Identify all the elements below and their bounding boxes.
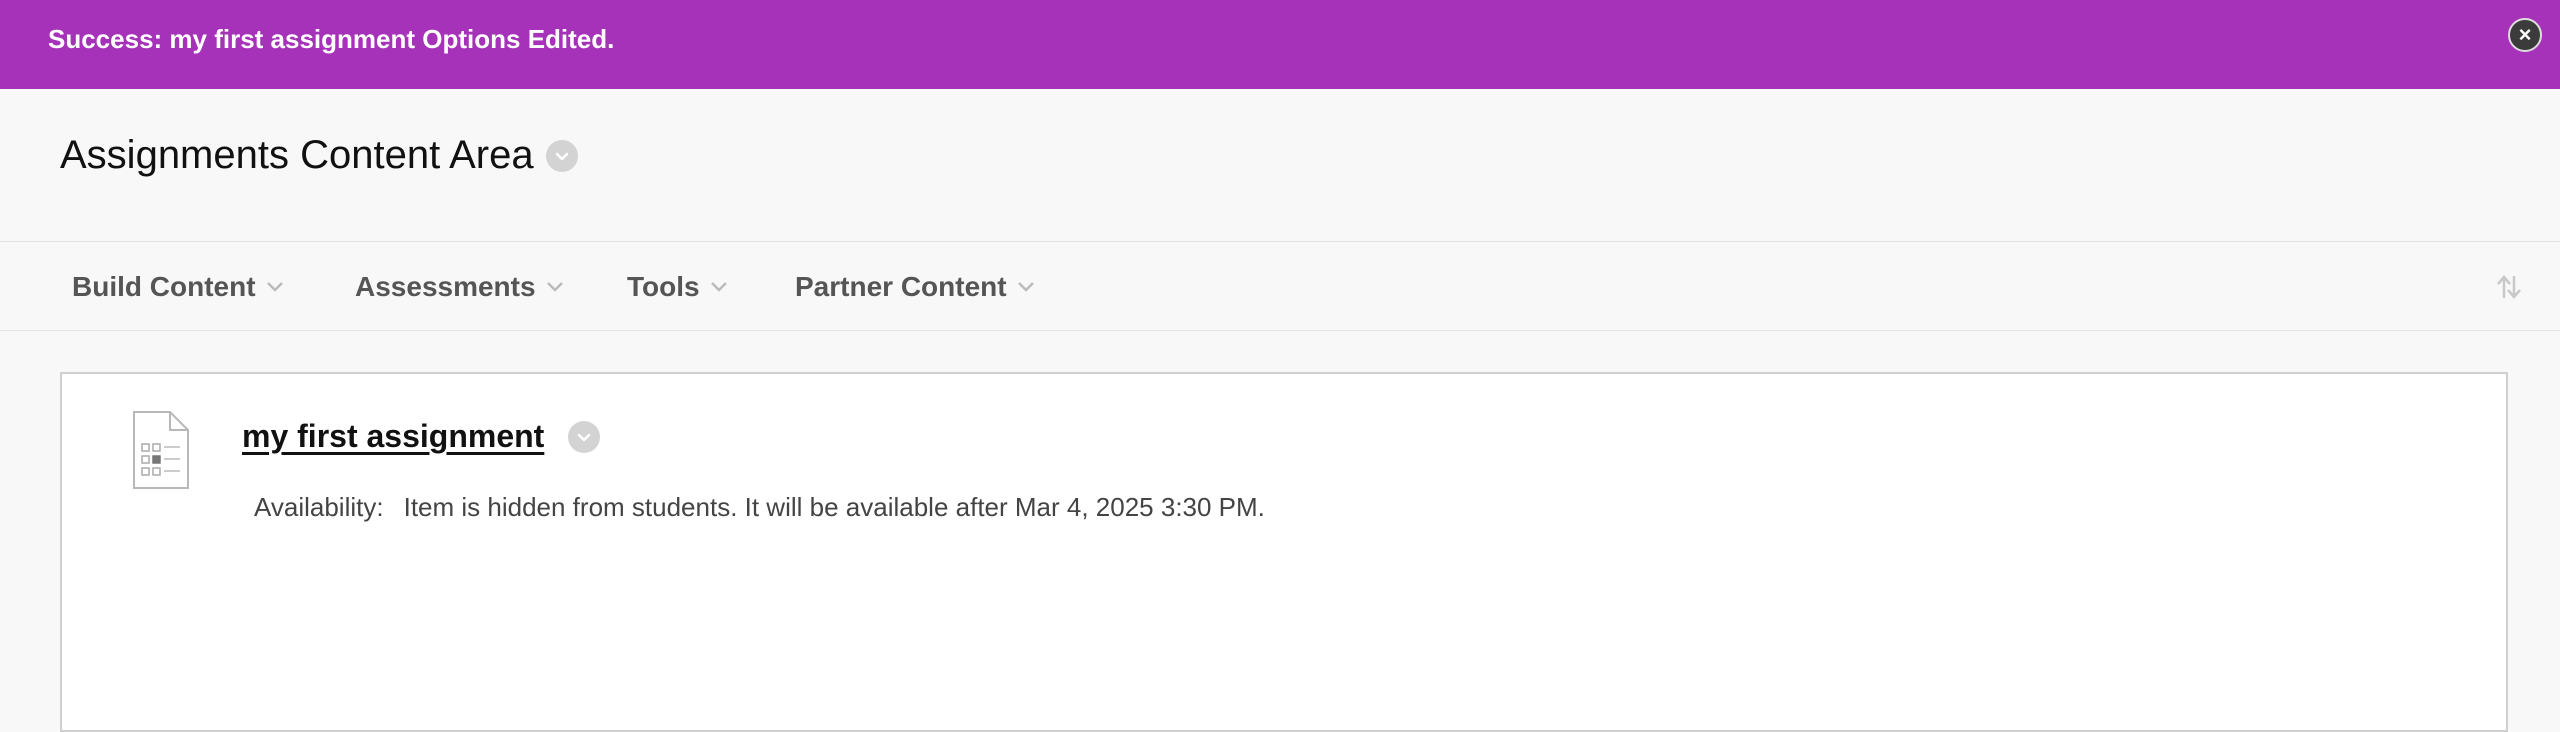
- chevron-down-icon: [1017, 282, 1034, 292]
- build-content-label: Build Content: [72, 271, 256, 302]
- page-title: Assignments Content Area: [60, 133, 578, 178]
- close-icon[interactable]: ×: [2508, 18, 2542, 52]
- assignment-document-icon: [133, 411, 189, 489]
- partner-content-label: Partner Content: [795, 271, 1007, 302]
- chevron-down-icon: [266, 282, 283, 292]
- chevron-down-icon[interactable]: [568, 421, 600, 453]
- availability-text: Item is hidden from students. It will be…: [403, 492, 1265, 522]
- chevron-down-icon: [710, 282, 727, 292]
- chevron-down-icon: [546, 282, 563, 292]
- page-title-text: Assignments Content Area: [60, 133, 534, 177]
- content-panel: my first assignment Availability: Item i…: [60, 372, 2508, 732]
- action-bar: Build Content Assessments Tools Partner …: [0, 243, 2560, 331]
- tools-label: Tools: [627, 271, 700, 302]
- availability-label: Availability:: [254, 492, 384, 522]
- assessments-label: Assessments: [355, 271, 536, 302]
- build-content-menu[interactable]: Build Content: [72, 243, 284, 331]
- sort-arrows-icon[interactable]: [2494, 272, 2524, 302]
- item-title-link[interactable]: my first assignment: [242, 418, 544, 455]
- success-banner: Success: my first assignment Options Edi…: [0, 0, 2560, 89]
- page-header: Assignments Content Area: [0, 89, 2560, 242]
- assessments-menu[interactable]: Assessments: [355, 243, 564, 331]
- banner-message: Success: my first assignment Options Edi…: [48, 24, 615, 54]
- availability-row: Availability: Item is hidden from studen…: [254, 492, 1265, 523]
- tools-menu[interactable]: Tools: [627, 243, 728, 331]
- partner-content-menu[interactable]: Partner Content: [795, 243, 1035, 331]
- chevron-down-icon[interactable]: [545, 139, 578, 172]
